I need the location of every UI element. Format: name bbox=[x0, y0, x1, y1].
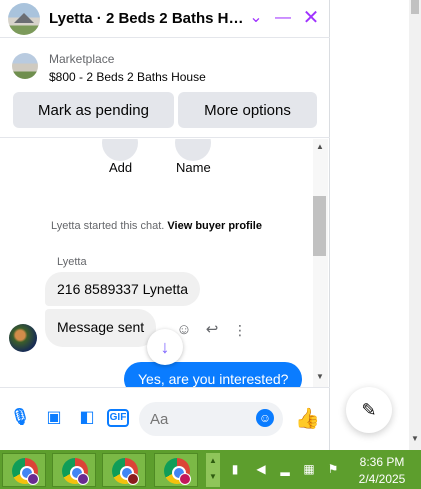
listing-avatar[interactable] bbox=[8, 3, 40, 35]
add-action-label[interactable]: Add bbox=[109, 160, 132, 175]
page-scroll-down-icon[interactable]: ▼ bbox=[411, 434, 419, 443]
close-icon[interactable]: ✕ bbox=[299, 6, 323, 30]
page-background bbox=[330, 0, 421, 450]
chat-window: Lyetta · 2 Beds 2 Baths Ho... ⌄ — ✕ Mark… bbox=[0, 0, 330, 450]
taskbar-chrome-button[interactable] bbox=[154, 453, 198, 487]
gif-icon[interactable]: GIF bbox=[107, 409, 129, 427]
chevron-down-icon[interactable]: ⌄ bbox=[244, 6, 268, 30]
signal-icon[interactable]: ▂ bbox=[278, 462, 292, 476]
more-icon[interactable]: ⋮ bbox=[230, 320, 250, 340]
photo-icon[interactable]: ▣ bbox=[43, 407, 65, 429]
outgoing-message[interactable]: Yes, are you interested? bbox=[124, 362, 303, 387]
scroll-to-bottom-icon[interactable]: ↓ bbox=[147, 329, 183, 365]
listing-thumbnail[interactable] bbox=[12, 53, 38, 79]
sender-name: Lyetta bbox=[57, 256, 87, 268]
taskbar: ▲ ▼ ▮ ◀ ▂ ▦ ⚑ 8:36 PM 2/4/2025 bbox=[0, 450, 421, 489]
clock-time[interactable]: 8:36 PM bbox=[350, 455, 414, 469]
listing-label: Marketplace bbox=[49, 52, 115, 66]
chat-title[interactable]: Lyetta · 2 Beds 2 Baths Ho... bbox=[49, 10, 244, 27]
chat-start-text: Lyetta started this chat. bbox=[51, 220, 165, 232]
taskbar-chrome-button[interactable] bbox=[52, 453, 96, 487]
language-icon[interactable]: ▦ bbox=[302, 462, 316, 476]
taskbar-chrome-button[interactable] bbox=[102, 453, 146, 487]
taskbar-expand-icon[interactable]: ▲ ▼ bbox=[206, 453, 220, 487]
taskbar-chrome-button[interactable] bbox=[2, 453, 46, 487]
message-scrollbar-thumb[interactable] bbox=[313, 196, 326, 256]
page-scrollbar[interactable] bbox=[409, 0, 421, 450]
sticker-icon[interactable]: ◧ bbox=[76, 407, 98, 429]
message-list[interactable]: Add Name Lyetta started this chat. View … bbox=[0, 139, 313, 387]
profile-badge bbox=[127, 473, 139, 485]
minimize-icon[interactable]: — bbox=[271, 6, 295, 30]
listing-banner: Marketplace $800 - 2 Beds 2 Baths House … bbox=[0, 38, 330, 138]
profile-badge bbox=[77, 473, 89, 485]
add-person-icon[interactable] bbox=[102, 139, 138, 161]
chat-header[interactable]: Lyetta · 2 Beds 2 Baths Ho... ⌄ — ✕ bbox=[0, 0, 330, 38]
chat-start-note: Lyetta started this chat. View buyer pro… bbox=[0, 220, 313, 232]
more-options-button[interactable]: More options bbox=[178, 92, 317, 128]
reply-icon[interactable]: ↩ bbox=[202, 320, 222, 340]
profile-badge bbox=[179, 473, 191, 485]
sender-avatar[interactable] bbox=[9, 324, 37, 352]
profile-badge bbox=[27, 473, 39, 485]
pencil-icon[interactable] bbox=[175, 139, 211, 161]
composer: 🎙 ▣ ◧ GIF ☺ 👍 bbox=[0, 387, 330, 450]
microphone-icon[interactable]: 🎙 bbox=[9, 407, 31, 429]
flag-icon[interactable]: ⚑ bbox=[326, 462, 340, 476]
scroll-down-icon[interactable]: ▼ bbox=[316, 372, 324, 381]
emoji-icon[interactable]: ☺ bbox=[256, 409, 274, 427]
message-scrollbar[interactable]: ▲ ▼ bbox=[313, 139, 328, 387]
volume-icon[interactable]: ◀ bbox=[254, 462, 268, 476]
listing-title[interactable]: $800 - 2 Beds 2 Baths House bbox=[49, 70, 206, 84]
name-action-label[interactable]: Name bbox=[176, 160, 211, 175]
incoming-message[interactable]: 216 8589337 Lynetta bbox=[45, 272, 201, 306]
view-buyer-profile-link[interactable]: View buyer profile bbox=[167, 220, 262, 232]
mark-as-pending-button[interactable]: Mark as pending bbox=[13, 92, 174, 128]
clock-date[interactable]: 2/4/2025 bbox=[350, 472, 414, 486]
thumbs-up-icon[interactable]: 👍 bbox=[295, 408, 320, 430]
battery-icon[interactable]: ▮ bbox=[228, 462, 242, 476]
scroll-up-icon[interactable]: ▲ bbox=[316, 142, 324, 151]
page-scrollbar-thumb[interactable] bbox=[411, 0, 419, 14]
new-message-icon[interactable]: ✎ bbox=[346, 387, 392, 433]
incoming-message[interactable]: Message sent bbox=[45, 309, 157, 347]
